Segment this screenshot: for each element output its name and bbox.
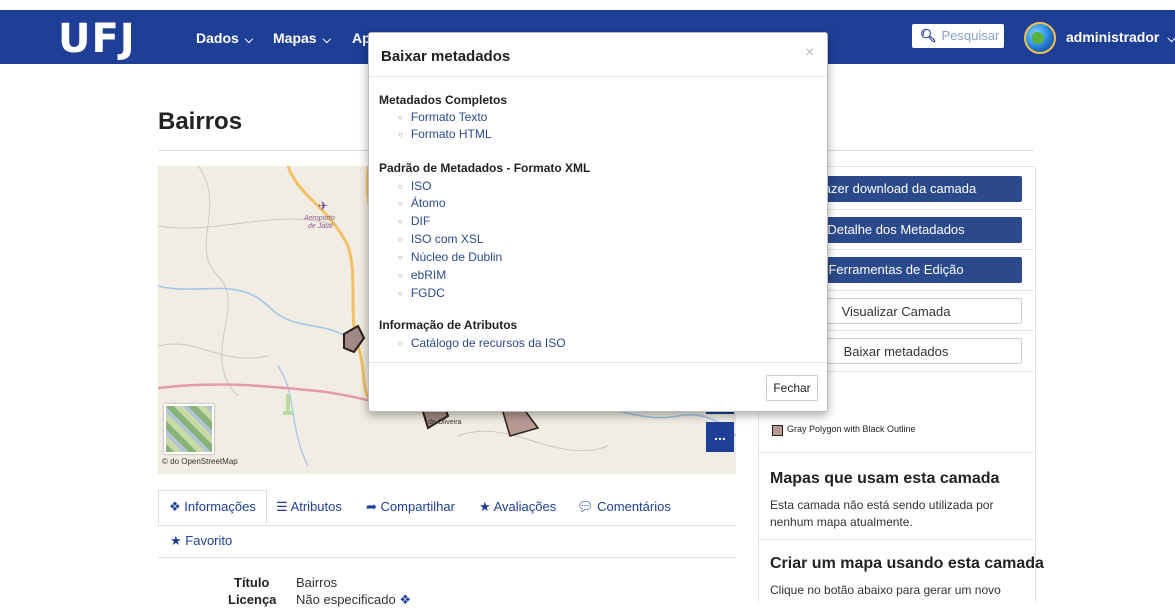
chevron-down-icon: ⌵ [1167, 33, 1175, 45]
info-license-text: Não especificado [296, 592, 396, 607]
create-map-heading: Criar um mapa usando esta camada [770, 555, 1044, 572]
info-icon[interactable]: ❖ [399, 592, 411, 607]
link-label: Formato HTML [410, 127, 492, 141]
link-label: Catálogo de recursos da ISO [410, 336, 566, 350]
map-label-airport: Aeroporto [303, 215, 335, 222]
tab-informacoes[interactable]: ❖ Informações [158, 490, 267, 524]
link-label: ebRIM [410, 268, 447, 282]
link-atomo[interactable]: ○ Átomo [398, 196, 446, 210]
bullet-icon: ○ [398, 199, 403, 208]
link-label: Átomo [410, 196, 446, 210]
tab-label: Avaliações [493, 499, 557, 514]
bullet-icon: ○ [398, 130, 403, 139]
tab-label: Favorito [185, 533, 233, 548]
tab-label: Compartilhar [380, 499, 455, 514]
tab-atributos[interactable]: ☰ Atributos [276, 499, 342, 515]
layer-switcher-thumbnail[interactable] [164, 404, 214, 454]
star-icon: ★ [170, 533, 182, 548]
tab-favorito[interactable]: ★ Favorito [170, 533, 232, 549]
info-title-value: Bairros [296, 575, 338, 590]
link-iso-feature-catalog[interactable]: ○ Catálogo de recursos da ISO [398, 336, 566, 350]
modal-title: Baixar metadados [381, 48, 511, 65]
tab-label: Comentários [597, 499, 671, 514]
modal-footer-divider [369, 362, 827, 363]
link-formato-html[interactable]: ○ Formato HTML [398, 127, 492, 141]
nav-mapas-label: Mapas [273, 30, 317, 46]
list-icon: ☰ [276, 499, 288, 514]
link-formato-texto[interactable]: ○ Formato Texto [398, 110, 487, 124]
nav-dados[interactable]: Dados ⌵ [196, 30, 253, 47]
tab-comentarios[interactable]: 💬︎ Comentários [577, 499, 671, 515]
divider [759, 452, 1034, 453]
user-menu[interactable]: administrador ⌵ [1066, 29, 1175, 46]
nav-mapas[interactable]: Mapas ⌵ [273, 30, 331, 47]
bullet-icon: ○ [398, 182, 403, 191]
create-map-text: Clique no botão abaixo para gerar um nov… [770, 583, 1001, 597]
bullet-icon: ○ [398, 217, 403, 226]
info-icon: ❖ [169, 499, 181, 514]
section-heading-complete: Metadados Completos [379, 93, 508, 107]
bullet-icon: ○ [398, 271, 403, 280]
tab-compartilhar[interactable]: ➦ Compartilhar [366, 499, 455, 515]
link-dublin-core[interactable]: ○ Núcleo de Dublin [398, 250, 502, 264]
link-label: Formato Texto [410, 110, 488, 124]
chevron-down-icon: ⌵ [322, 34, 331, 46]
svg-text:de Jataí: de Jataí [308, 223, 334, 230]
search-placeholder: Pesquisar [941, 28, 1000, 43]
link-iso-xsl[interactable]: ○ ISO com XSL [398, 232, 484, 246]
close-modal-button[interactable]: Fechar [766, 375, 818, 401]
tab-divider [158, 525, 736, 526]
share-icon: ➦ [366, 499, 377, 514]
tab-avaliacoes[interactable]: ★ Avaliações [479, 499, 556, 515]
maps-using-layer-text: Esta camada não está sendo utilizada por… [770, 498, 994, 529]
site-logo[interactable]: UFJ [58, 16, 136, 62]
bullet-icon: ○ [398, 235, 403, 244]
svg-text:✈: ✈ [318, 199, 328, 213]
svg-text:de Oliveira: de Oliveira [428, 419, 462, 426]
bullet-icon: ○ [398, 289, 403, 298]
info-license-value: Não especificado ❖ [296, 592, 411, 608]
legend-label: Gray Polygon with Black Outline [787, 424, 916, 434]
link-label: DIF [410, 214, 431, 228]
search-input[interactable]: 🔍︎ Pesquisar [912, 24, 1004, 48]
modal-header-divider [369, 76, 827, 77]
tab-label: Atributos [290, 499, 342, 514]
bullet-icon: ○ [398, 253, 403, 262]
link-fgdc[interactable]: ○ FGDC [398, 286, 445, 300]
info-title-label: Título [234, 575, 270, 590]
link-ebrim[interactable]: ○ ebRIM [398, 268, 446, 282]
bullet-icon: ○ [398, 339, 403, 348]
legend-swatch [772, 425, 783, 436]
bullet-icon: ○ [398, 113, 403, 122]
maps-using-layer-heading: Mapas que usam esta camada [770, 470, 1000, 487]
avatar[interactable] [1024, 22, 1056, 54]
top-band [0, 0, 1175, 10]
close-icon[interactable]: × [805, 44, 814, 62]
link-iso[interactable]: ○ ISO [398, 179, 432, 193]
page-title: Bairros [158, 108, 243, 135]
link-dif[interactable]: ○ DIF [398, 214, 430, 228]
info-license-label: Licença [228, 592, 277, 607]
comment-icon: 💬︎ [577, 499, 594, 514]
section-heading-attributes: Informação de Atributos [379, 318, 518, 332]
search-icon: 🔍︎ [920, 28, 937, 43]
link-label: FGDC [410, 286, 445, 300]
star-icon: ★ [479, 499, 491, 514]
username-label: administrador [1066, 29, 1160, 45]
tab-label: Informações [184, 499, 256, 514]
download-metadata-modal: Baixar metadados × Metadados Completos ○… [368, 32, 828, 412]
map-more-button[interactable]: ... [706, 422, 734, 452]
section-heading-xml: Padrão de Metadados - Formato XML [379, 161, 591, 175]
divider [759, 539, 1034, 540]
map-credit: © do OpenStreetMap [162, 457, 238, 466]
nav-dados-label: Dados [196, 30, 239, 46]
link-label: Núcleo de Dublin [410, 250, 503, 264]
tab-divider [158, 557, 736, 558]
link-label: ISO [410, 179, 432, 193]
link-label: ISO com XSL [410, 232, 484, 246]
chevron-down-icon: ⌵ [244, 34, 254, 46]
